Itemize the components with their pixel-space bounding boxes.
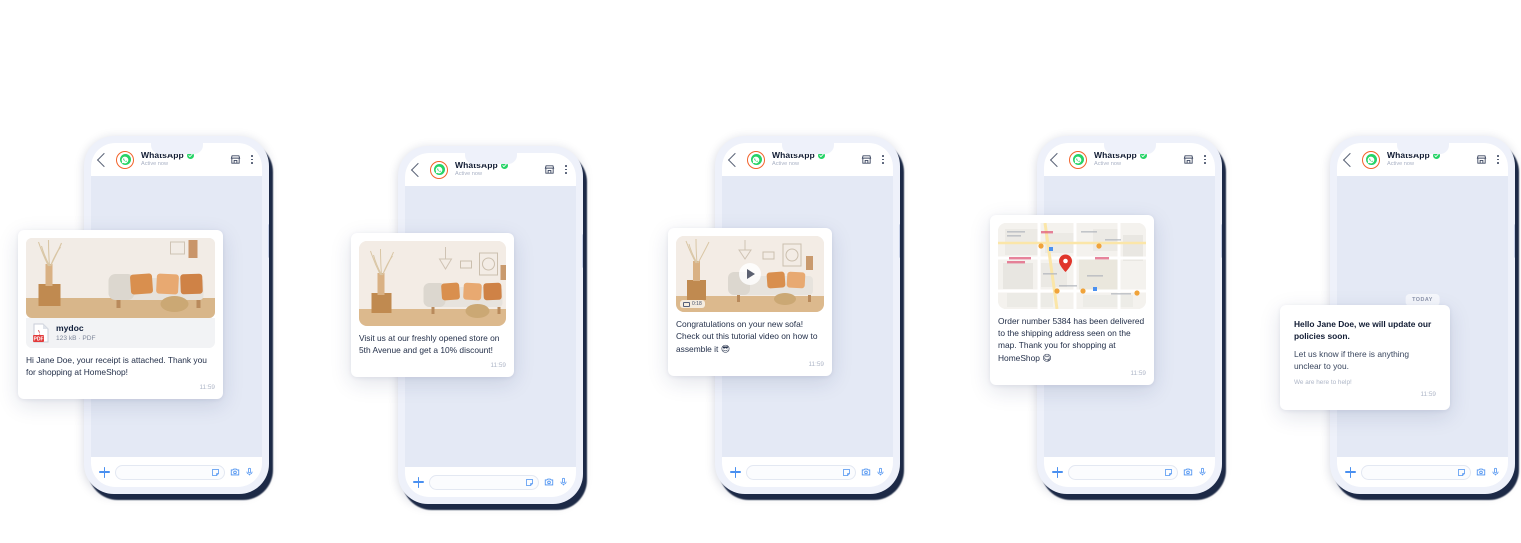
microphone-icon[interactable]	[245, 467, 254, 477]
plus-icon[interactable]	[730, 466, 741, 478]
microphone-icon[interactable]	[876, 467, 885, 477]
camera-icon[interactable]	[1476, 467, 1486, 477]
yum-emoji-icon: 😋	[1042, 352, 1052, 363]
message-input[interactable]	[115, 464, 225, 480]
whatsapp-avatar-icon[interactable]	[1362, 150, 1380, 169]
microphone-icon[interactable]	[1491, 467, 1500, 477]
phone-notch	[1396, 143, 1449, 154]
message-input-bar	[405, 467, 576, 497]
chat-status: Active now	[772, 160, 800, 167]
message-input-bar	[1044, 457, 1215, 487]
svg-text:PDF: PDF	[34, 336, 44, 342]
message-card-text[interactable]: Hello Jane Doe, we will update our polic…	[1280, 305, 1450, 410]
three-dot-menu-icon[interactable]	[565, 165, 567, 174]
message-text: Congratulations on your new sofa! Check …	[676, 319, 824, 356]
whatsapp-avatar-icon[interactable]	[747, 150, 765, 169]
plus-icon[interactable]	[413, 476, 424, 488]
phone-side-button[interactable]	[1221, 224, 1222, 258]
whatsapp-avatar-icon[interactable]	[116, 150, 134, 169]
plus-icon[interactable]	[1345, 466, 1356, 478]
chat-status: Active now	[1387, 160, 1415, 167]
map-thumbnail[interactable]	[998, 223, 1146, 309]
message-card-video[interactable]: 0:18 Congratulations on your new sofa! C…	[668, 228, 832, 376]
three-dot-menu-icon[interactable]	[1204, 155, 1206, 164]
living-room-photo[interactable]	[26, 238, 215, 318]
storefront-icon[interactable]	[230, 154, 241, 165]
storefront-icon[interactable]	[544, 164, 555, 175]
plus-icon[interactable]	[99, 466, 110, 478]
camera-icon[interactable]	[1183, 467, 1193, 477]
phone-side-button[interactable]	[268, 224, 269, 258]
message-timestamp: 11:59	[199, 383, 215, 391]
whatsapp-avatar-icon[interactable]	[430, 160, 448, 179]
phone-notch	[150, 143, 203, 154]
phone-side-button[interactable]	[1514, 224, 1515, 258]
microphone-icon[interactable]	[1198, 467, 1207, 477]
pdf-file-icon: PDF	[33, 323, 50, 343]
phone-side-button[interactable]	[899, 224, 900, 258]
message-card-image[interactable]: Visit us at our freshly opened store on …	[351, 233, 514, 377]
video-camera-icon	[683, 301, 690, 307]
phone-notch	[464, 153, 517, 164]
message-card-location[interactable]: Order number 5384 has been delivered to …	[990, 215, 1154, 385]
video-duration: 0:18	[692, 301, 702, 307]
chat-status: Active now	[141, 160, 169, 167]
chevron-left-icon[interactable]	[1049, 152, 1065, 167]
three-dot-menu-icon[interactable]	[251, 155, 253, 164]
video-duration-badge: 0:18	[680, 300, 705, 308]
message-text-body: Order number 5384 has been delivered to …	[998, 316, 1145, 363]
phone-showcase: WhatsApp Active now PDF mydoc 123 kB · P…	[0, 0, 1521, 543]
camera-icon[interactable]	[230, 467, 240, 477]
plus-icon[interactable]	[1052, 466, 1063, 478]
phone-side-button[interactable]	[582, 234, 583, 268]
storefront-icon[interactable]	[1183, 154, 1194, 165]
chevron-left-icon[interactable]	[410, 162, 426, 177]
phone-notch	[1103, 143, 1156, 154]
document-name: mydoc	[56, 322, 84, 333]
message-body: Let us know if there is anything unclear…	[1294, 348, 1409, 371]
message-input[interactable]	[429, 474, 539, 490]
storefront-icon[interactable]	[1476, 154, 1487, 165]
message-timestamp: 11:59	[490, 361, 506, 369]
message-timestamp: 11:59	[808, 360, 824, 368]
message-footer: We are here to help!	[1294, 378, 1352, 386]
document-meta: 123 kB · PDF	[56, 335, 96, 343]
chevron-left-icon[interactable]	[1342, 152, 1358, 167]
message-text: Hi Jane Doe, your receipt is attached. T…	[26, 355, 207, 377]
camera-icon[interactable]	[544, 477, 554, 487]
chat-status: Active now	[455, 170, 483, 177]
play-button-icon[interactable]	[739, 263, 761, 285]
living-room-photo[interactable]	[359, 241, 506, 326]
document-attachment-row[interactable]: PDF mydoc 123 kB · PDF	[26, 318, 215, 348]
sunglasses-emoji-icon: 😎	[720, 343, 731, 354]
three-dot-menu-icon[interactable]	[882, 155, 884, 164]
chevron-left-icon[interactable]	[96, 152, 112, 167]
three-dot-menu-icon[interactable]	[1497, 155, 1499, 164]
message-input[interactable]	[1361, 464, 1471, 480]
chevron-left-icon[interactable]	[727, 152, 743, 167]
living-room-video-thumbnail[interactable]: 0:18	[676, 236, 824, 312]
message-timestamp: 11:59	[1420, 390, 1436, 398]
whatsapp-avatar-icon[interactable]	[1069, 150, 1087, 169]
message-timestamp: 11:59	[1130, 369, 1146, 377]
storefront-icon[interactable]	[861, 154, 872, 165]
phone-notch	[781, 143, 834, 154]
message-input-bar	[91, 457, 262, 487]
message-text: Order number 5384 has been delivered to …	[998, 316, 1146, 365]
message-input-bar	[722, 457, 893, 487]
message-card-document[interactable]: PDF mydoc 123 kB · PDF Hi Jane Doe, your…	[18, 230, 223, 399]
message-input[interactable]	[1068, 464, 1178, 480]
microphone-icon[interactable]	[559, 477, 568, 487]
message-input-bar	[1337, 457, 1508, 487]
chat-status: Active now	[1094, 160, 1122, 167]
message-text: Visit us at our freshly opened store on …	[359, 333, 500, 355]
message-text-body: Congratulations on your new sofa! Check …	[676, 319, 818, 354]
camera-icon[interactable]	[861, 467, 871, 477]
message-heading: Hello Jane Doe, we will update our polic…	[1294, 319, 1432, 341]
message-input[interactable]	[746, 464, 856, 480]
